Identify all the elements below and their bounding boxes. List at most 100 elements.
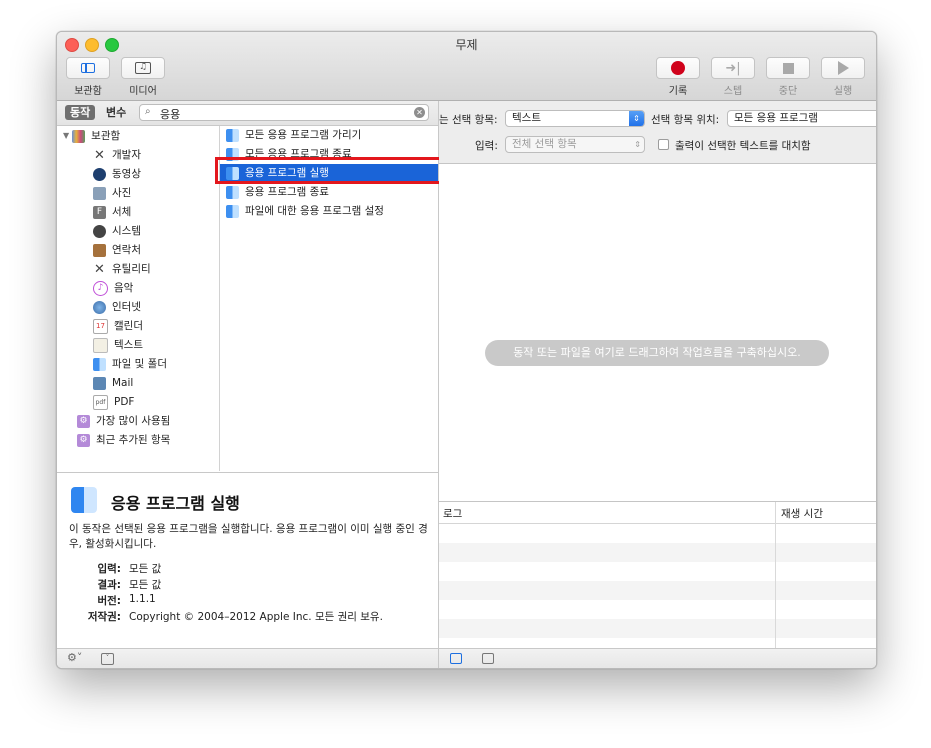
step-label: 스텝 xyxy=(723,86,743,97)
tab-actions[interactable]: 동작 xyxy=(65,105,96,120)
library-item-calendar[interactable]: 17 캘린더 xyxy=(93,317,143,335)
disclosure-triangle-icon[interactable]: ▼ xyxy=(63,127,69,145)
search-input[interactable]: ⌕ 응용 ✕ xyxy=(139,104,429,121)
contacts-icon xyxy=(93,243,106,257)
location-popup[interactable]: 모든 응용 프로그램 xyxy=(727,110,876,127)
workflow-footer xyxy=(439,648,876,668)
description-text: 이 동작은 선택된 응용 프로그램을 실행합니다. 응용 프로그램이 이미 실행… xyxy=(69,523,428,550)
calendar-icon: 17 xyxy=(93,318,108,334)
location-label: 선택 항목 위치: xyxy=(651,114,720,126)
search-value: 응용 xyxy=(160,108,181,121)
library-item-contacts[interactable]: 연락처 xyxy=(93,241,141,259)
workflow-pane: 는 선택 항목: 텍스트 ⇕ 선택 항목 위치: 모든 응용 프로그램 입력: … xyxy=(439,101,876,668)
music-icon: ♫ xyxy=(135,62,151,74)
library-item-mail[interactable]: Mail xyxy=(93,374,133,392)
receives-label: 는 선택 항목: xyxy=(439,114,498,126)
log-column-divider xyxy=(775,502,776,649)
action-item[interactable]: 파일에 대한 응용 프로그램 설정 xyxy=(220,202,438,221)
system-icon xyxy=(93,224,106,238)
stop-icon xyxy=(782,62,794,74)
library-item-developer[interactable]: ✕ 개발자 xyxy=(93,146,141,164)
library-toggle-button[interactable] xyxy=(66,57,110,79)
window-title: 무제 xyxy=(455,38,478,52)
music-note-icon: ♪ xyxy=(93,280,108,296)
replace-text-checkbox[interactable] xyxy=(658,139,669,150)
log-row xyxy=(439,543,876,562)
step-button[interactable]: ➜| xyxy=(711,57,755,79)
stop-label: 중단 xyxy=(778,86,798,97)
popup-arrows-icon: ⇕ xyxy=(634,140,641,149)
library-item-internet[interactable]: 인터넷 xyxy=(93,298,141,316)
media-button[interactable]: ♫ xyxy=(121,57,165,79)
tab-variables[interactable]: 변수 xyxy=(101,105,131,120)
clear-search-icon[interactable]: ✕ xyxy=(414,107,425,118)
record-button[interactable] xyxy=(656,57,700,79)
stop-button[interactable] xyxy=(766,57,810,79)
utilities-icon: ✕ xyxy=(94,261,105,277)
library-item-files-folders[interactable]: 파일 및 폴더 xyxy=(93,355,167,373)
log-row xyxy=(439,581,876,600)
description-toggle-icon[interactable]: ˅ xyxy=(101,653,114,665)
play-icon xyxy=(837,61,849,75)
library-pane: 동작 변수 ⌕ 응용 ✕ ▼ 보관함 ✕ 개발자 동영상 사진 F 서체 시스템 연… xyxy=(57,101,442,668)
library-item-photos[interactable]: 사진 xyxy=(93,184,131,202)
sidebar-icon xyxy=(81,63,95,73)
automator-window: 무제 보관함 ♫ 미디어 기록 ➜| 스텝 중단 실행 동작 변수 ⌕ 응용 ✕… xyxy=(56,31,877,669)
record-label: 기록 xyxy=(668,86,688,97)
library-label: 보관함 xyxy=(74,86,102,97)
search-icon: ⌕ xyxy=(145,106,151,117)
library-item-movies[interactable]: 동영상 xyxy=(93,165,141,183)
pdf-icon: pdf xyxy=(93,394,108,410)
smart-folder-icon: ⚙ xyxy=(77,433,90,447)
finder-icon xyxy=(226,129,239,142)
library-item-text[interactable]: 텍스트 xyxy=(93,336,143,354)
library-list: ▼ 보관함 ✕ 개발자 동영상 사진 F 서체 시스템 연락처 ✕ 유틸리티 ♪ 음악 … xyxy=(57,126,220,471)
finder-icon xyxy=(226,186,239,199)
variables-view-icon[interactable] xyxy=(482,653,494,664)
workflow-parameters: 는 선택 항목: 텍스트 ⇕ 선택 항목 위치: 모든 응용 프로그램 입력: … xyxy=(439,101,876,164)
library-footer: ⚙˅ ˅ xyxy=(57,648,438,668)
log-column-header[interactable]: 로그 xyxy=(443,506,462,521)
finder-icon xyxy=(71,487,97,513)
run-label: 실행 xyxy=(833,86,853,97)
smart-group-recently-added[interactable]: ⚙ 최근 추가된 항목 xyxy=(77,431,170,449)
globe-icon xyxy=(93,300,106,314)
library-item-pdf[interactable]: pdf PDF xyxy=(93,393,134,411)
library-item-utilities[interactable]: ✕ 유틸리티 xyxy=(93,260,151,278)
quicktime-icon xyxy=(93,167,106,181)
log-header: 로그 재생 시간 xyxy=(439,502,876,524)
workflow-canvas[interactable]: 동작 또는 파일을 여기로 드래그하여 작업흐름을 구축하십시오. xyxy=(439,164,876,501)
log-view-icon[interactable] xyxy=(450,653,462,664)
replace-text-label: 출력이 선택한 텍스트를 대치함 xyxy=(675,140,811,152)
tools-icon: ✕ xyxy=(94,147,105,163)
photos-icon xyxy=(93,186,106,200)
library-search-bar: 동작 변수 ⌕ 응용 ✕ xyxy=(57,101,438,126)
title-bar: 무제 보관함 ♫ 미디어 기록 ➜| 스텝 중단 실행 xyxy=(57,32,876,101)
run-button[interactable] xyxy=(821,57,865,79)
log-pane: 로그 재생 시간 xyxy=(439,501,876,649)
media-label: 미디어 xyxy=(129,86,157,97)
library-item-system[interactable]: 시스템 xyxy=(93,222,141,240)
gear-menu-icon[interactable]: ⚙˅ xyxy=(67,651,82,664)
library-root-label: 보관함 xyxy=(91,130,121,142)
text-document-icon xyxy=(93,337,108,353)
input-label: 입력: xyxy=(475,140,498,152)
popup-arrows-icon: ⇕ xyxy=(629,111,644,126)
record-icon xyxy=(671,61,685,75)
library-item-music[interactable]: ♪ 음악 xyxy=(93,279,133,297)
step-icon: ➜| xyxy=(725,60,741,76)
library-root[interactable]: ▼ 보관함 xyxy=(63,127,120,145)
finder-icon xyxy=(226,205,239,218)
library-item-fonts[interactable]: F 서체 xyxy=(93,203,131,221)
input-popup[interactable]: 전체 선택 항목 ⇕ xyxy=(505,136,645,153)
workflow-hint: 동작 또는 파일을 여기로 드래그하여 작업흐름을 구축하십시오. xyxy=(485,340,829,366)
receives-popup[interactable]: 텍스트 ⇕ xyxy=(505,110,645,127)
duration-column-header[interactable]: 재생 시간 xyxy=(781,506,823,521)
smart-group-most-used[interactable]: ⚙ 가장 많이 사용됨 xyxy=(77,412,170,430)
action-item[interactable]: 응용 프로그램 종료 xyxy=(220,183,438,202)
action-description: 응용 프로그램 실행 이 동작은 선택된 응용 프로그램을 실행합니다. 응용 … xyxy=(57,472,438,649)
action-item[interactable]: 모든 응용 프로그램 가리기 xyxy=(220,126,438,145)
log-row xyxy=(439,619,876,638)
library-icon xyxy=(72,129,86,143)
fonts-icon: F xyxy=(93,205,106,219)
